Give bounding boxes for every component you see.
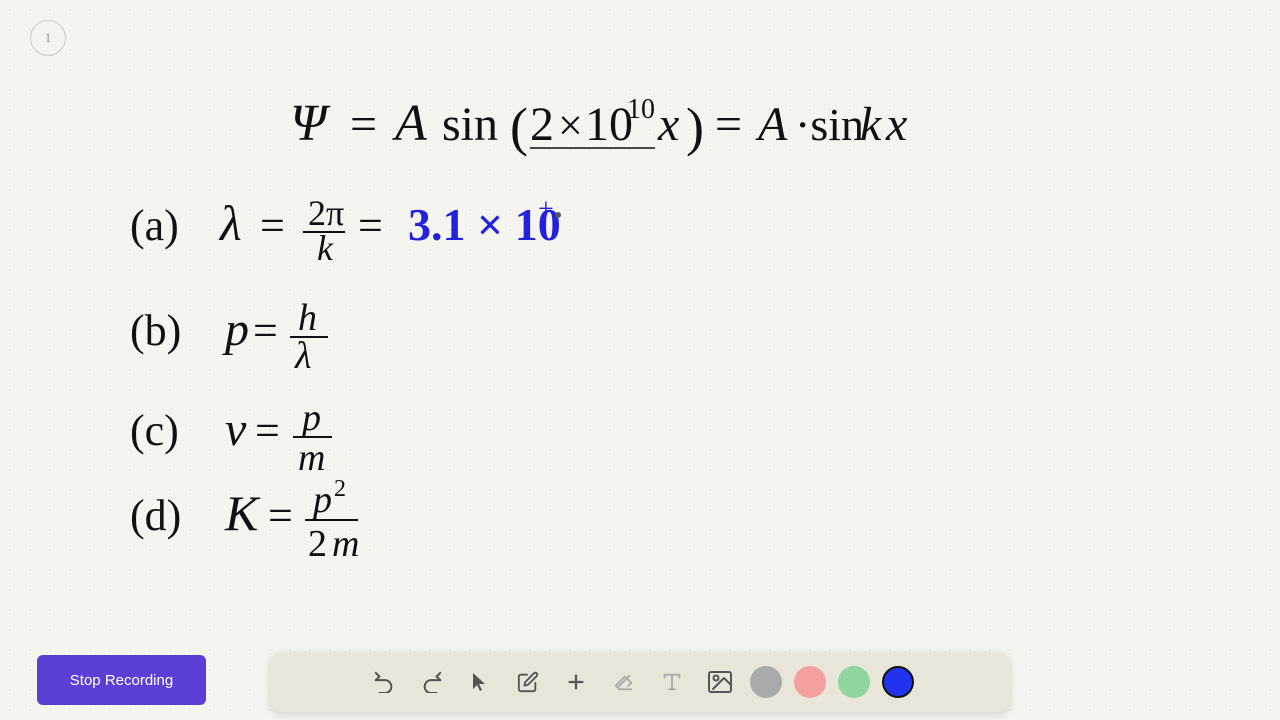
svg-text:A: A bbox=[755, 98, 788, 151]
color-blue-button[interactable] bbox=[882, 666, 914, 698]
svg-text:(d): (d) bbox=[130, 491, 181, 540]
redo-button[interactable] bbox=[411, 661, 453, 703]
svg-text:p: p bbox=[299, 397, 321, 439]
svg-text:2: 2 bbox=[308, 523, 327, 565]
add-button[interactable] bbox=[555, 661, 597, 703]
svg-text:10: 10 bbox=[627, 94, 655, 125]
svg-text:A: A bbox=[392, 95, 427, 152]
color-gray-button[interactable] bbox=[750, 666, 782, 698]
color-green-button[interactable] bbox=[838, 666, 870, 698]
svg-text:=: = bbox=[253, 306, 278, 355]
svg-text:(a): (a) bbox=[130, 201, 179, 250]
svg-text:λ: λ bbox=[218, 195, 242, 251]
svg-text:2: 2 bbox=[530, 98, 554, 151]
whiteboard-canvas: Ψ = A sin ( 2 × 10 10 x ) = A · bbox=[0, 0, 1280, 640]
svg-text:10: 10 bbox=[585, 98, 633, 151]
svg-text:λ: λ bbox=[294, 335, 311, 377]
svg-text:2: 2 bbox=[334, 476, 346, 502]
stop-recording-button[interactable]: Stop Recording bbox=[37, 655, 206, 705]
svg-text:x: x bbox=[657, 98, 679, 151]
svg-text:·sin: ·sin bbox=[795, 99, 864, 150]
svg-text:m: m bbox=[332, 523, 359, 565]
svg-text:=: = bbox=[350, 98, 377, 151]
svg-text:K: K bbox=[224, 485, 261, 541]
color-pink-button[interactable] bbox=[794, 666, 826, 698]
select-tool-button[interactable] bbox=[459, 661, 501, 703]
svg-text:=: = bbox=[715, 98, 742, 151]
svg-text:k: k bbox=[317, 228, 334, 268]
svg-text:h: h bbox=[298, 297, 317, 339]
svg-text:sin: sin bbox=[442, 98, 498, 151]
svg-text:p: p bbox=[222, 303, 249, 356]
svg-text:m: m bbox=[298, 437, 325, 479]
drawing-toolbar bbox=[270, 652, 1010, 712]
svg-text:p: p bbox=[310, 479, 332, 521]
svg-text:(c): (c) bbox=[130, 406, 179, 455]
svg-text:=: = bbox=[255, 406, 280, 455]
svg-text:=: = bbox=[358, 201, 383, 250]
image-button[interactable] bbox=[699, 661, 741, 703]
pen-tool-button[interactable] bbox=[507, 661, 549, 703]
undo-button[interactable] bbox=[363, 661, 405, 703]
svg-text:Ψ: Ψ bbox=[290, 95, 331, 152]
svg-text:): ) bbox=[686, 97, 704, 157]
text-tool-button[interactable] bbox=[651, 661, 693, 703]
svg-text:v: v bbox=[225, 403, 247, 456]
svg-text:k: k bbox=[860, 98, 883, 151]
svg-text:=: = bbox=[268, 491, 293, 540]
svg-text:(b): (b) bbox=[130, 306, 181, 355]
svg-text:×: × bbox=[558, 101, 583, 150]
svg-text:+: + bbox=[538, 194, 554, 225]
svg-text:2π: 2π bbox=[308, 193, 344, 233]
svg-text:x: x bbox=[885, 98, 907, 151]
eraser-button[interactable] bbox=[603, 661, 645, 703]
svg-text:=: = bbox=[260, 201, 285, 250]
svg-text:(: ( bbox=[510, 97, 528, 157]
